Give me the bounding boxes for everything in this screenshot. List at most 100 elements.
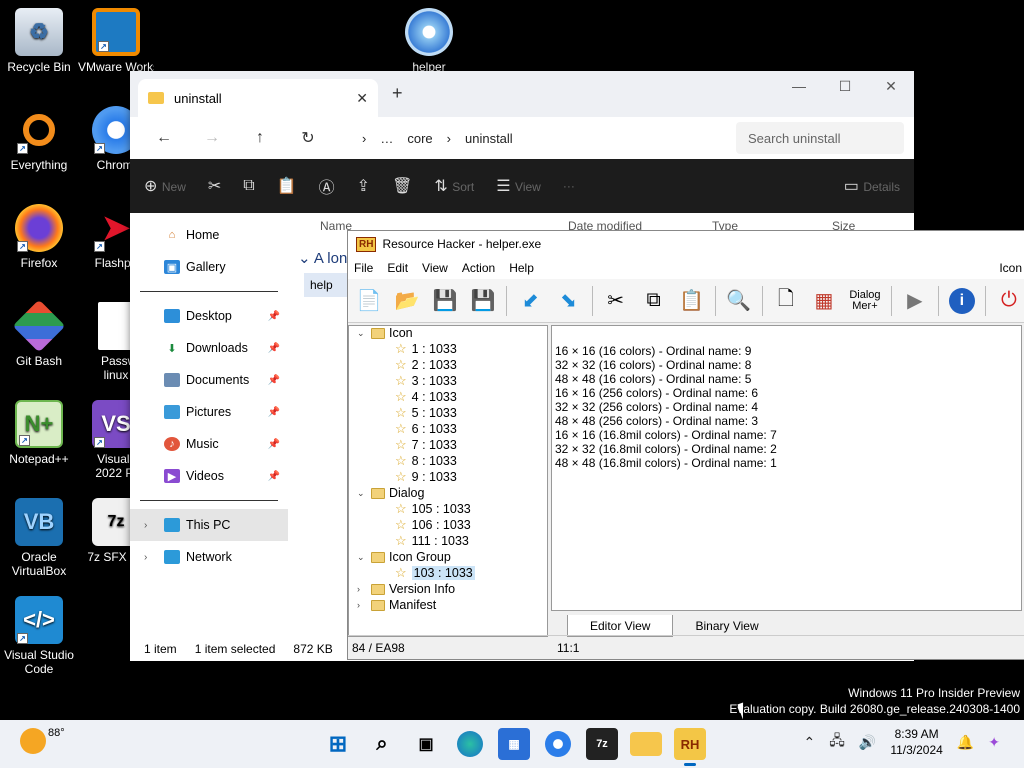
tree-item[interactable]: ☆ 6 : 1033 (349, 421, 547, 437)
paste-icon[interactable]: 📋 (677, 285, 707, 317)
tab-editor-view[interactable]: Editor View (567, 615, 674, 637)
new-file-icon[interactable]: 📄 (354, 285, 384, 317)
forward-arrow-icon[interactable]: ⬊ (553, 285, 583, 317)
chevron-right-icon[interactable]: › (144, 520, 147, 531)
chevron-up-icon[interactable]: ⌃ (804, 734, 816, 751)
desktop-icon-recycle-bin[interactable]: ♻ Recycle Bin (1, 8, 77, 74)
menu-icon[interactable]: Icon (999, 261, 1022, 275)
nav-item-home[interactable]: ⌂ Home (130, 219, 288, 251)
desktop-icon-vmware[interactable]: ↗ VMware Workstat (78, 8, 154, 74)
new-button[interactable]: ⊕ New (144, 176, 186, 196)
nav-item-downloads[interactable]: ⬇ Downloads 📌 (130, 332, 288, 364)
menu-file[interactable]: File (354, 261, 373, 275)
details-button[interactable]: ▭ Details (844, 176, 900, 196)
search-icon[interactable]: 🔍 (724, 285, 754, 317)
tree-item[interactable]: ☆ 2 : 1033 (349, 357, 547, 373)
menu-view[interactable]: View (422, 261, 448, 275)
save-icon[interactable]: 💾 (430, 285, 460, 317)
search-input[interactable]: Search uninstall (736, 122, 904, 154)
resource-tree[interactable]: ⌄ Icon ☆ 1 : 1033 ☆ 2 : 1033 ☆ 3 : 1033 ☆ 4 : 103… (348, 325, 548, 637)
up-arrow-icon[interactable]: ↑ (236, 129, 284, 147)
forward-arrow-icon[interactable]: → (188, 129, 236, 147)
notification-icon[interactable]: 🔔 (957, 734, 974, 751)
tree-folder[interactable]: ⌄ Icon (349, 326, 547, 341)
chevron-down-icon[interactable]: ⌄ (357, 488, 367, 499)
add-resource-icon[interactable]: 🗋 (771, 285, 801, 317)
back-arrow-icon[interactable]: ← (140, 129, 188, 147)
nav-item-this-pc[interactable]: › This PC (130, 509, 288, 541)
tree-item[interactable]: ☆ 106 : 1033 (349, 517, 547, 533)
info-icon[interactable]: i (947, 285, 977, 317)
nav-item-pictures[interactable]: Pictures 📌 (130, 396, 288, 428)
chevron-right-icon[interactable]: › (144, 552, 147, 563)
tree-item[interactable]: ☆ 7 : 1033 (349, 437, 547, 453)
rename-icon[interactable]: Ⓐ (319, 174, 335, 198)
tree-folder[interactable]: ⌄ Icon Group (349, 549, 547, 565)
resource-hacker-icon[interactable]: RH (674, 728, 706, 766)
chevron-down-icon[interactable]: ⌄ (357, 328, 367, 339)
desktop-icon-git-bash[interactable]: Git Bash (1, 299, 77, 368)
open-folder-icon[interactable]: 📂 (392, 285, 422, 317)
tree-item[interactable]: ☆ 5 : 1033 (349, 405, 547, 421)
tree-item[interactable]: ☆ 4 : 1033 (349, 389, 547, 405)
desktop-icon-everything[interactable]: ↗ Everything (1, 106, 77, 172)
desktop-icon-virtualbox[interactable]: VB Oracle VirtualBox (1, 498, 77, 578)
7z-sfx-icon[interactable]: 7z (586, 728, 618, 760)
chevron-right-icon[interactable]: › (357, 584, 367, 594)
tree-item[interactable]: ☆ 103 : 1033 (349, 565, 547, 581)
breadcrumb-item[interactable]: core (407, 131, 432, 146)
resource-content-pane[interactable]: 16 × 16 (16 colors) - Ordinal name: 9 32 … (551, 325, 1022, 611)
store-icon[interactable]: ▦ (498, 728, 530, 760)
more-options-button[interactable]: ··· (563, 179, 575, 193)
paste-icon[interactable]: 📋 (277, 176, 297, 196)
explorer-tab-uninstall[interactable]: uninstall ✕ (138, 79, 378, 117)
copy-icon[interactable]: ⧉ (639, 285, 669, 317)
tree-item[interactable]: ☆ 8 : 1033 (349, 453, 547, 469)
tree-item[interactable]: ☆ 9 : 1033 (349, 469, 547, 485)
share-icon[interactable]: ⇪ (357, 176, 370, 196)
edge-icon[interactable] (457, 731, 483, 757)
add-image-icon[interactable]: ▦ (809, 285, 839, 317)
menu-edit[interactable]: Edit (387, 261, 408, 275)
save-as-icon[interactable]: 💾 (468, 285, 498, 317)
nav-item-documents[interactable]: Documents 📌 (130, 364, 288, 396)
copilot-icon[interactable]: ✦ (988, 734, 1000, 751)
new-tab-button[interactable]: + (392, 83, 403, 104)
tree-item[interactable]: ☆ 105 : 1033 (349, 501, 547, 517)
desktop-icon-notepadpp[interactable]: N+ ↗ Notepad++ (1, 400, 77, 466)
tree-item[interactable]: ☆ 3 : 1033 (349, 373, 547, 389)
desktop-icon-firefox[interactable]: ↗ Firefox (1, 204, 77, 270)
close-tab-icon[interactable]: ✕ (356, 90, 368, 107)
menu-action[interactable]: Action (462, 261, 495, 275)
task-view-icon[interactable]: ▣ (410, 728, 442, 760)
sort-button[interactable]: ⇅ Sort (434, 176, 474, 196)
menu-help[interactable]: Help (509, 261, 534, 275)
desktop-icon-vscode[interactable]: </> ↗ Visual Studio Code (1, 596, 77, 676)
power-icon[interactable]: ⏻ (994, 285, 1024, 317)
network-status-icon[interactable]: 🖧 (829, 730, 845, 754)
cut-icon[interactable]: ✂ (208, 176, 221, 196)
chevron-right-icon[interactable]: › (357, 600, 367, 610)
breadcrumb-item[interactable]: … (380, 131, 393, 146)
view-button[interactable]: ☰ View (496, 176, 541, 196)
nav-item-videos[interactable]: ▶ Videos 📌 (130, 460, 288, 492)
start-button-icon[interactable]: ⊞ (322, 728, 354, 760)
breadcrumb-item[interactable]: uninstall (465, 131, 513, 146)
minimize-icon[interactable]: — (776, 71, 822, 101)
nav-item-desktop[interactable]: Desktop 📌 (130, 300, 288, 332)
tree-item[interactable]: ☆ 111 : 1033 (349, 533, 547, 549)
cut-icon[interactable]: ✂ (601, 285, 631, 317)
nav-item-network[interactable]: › Network (130, 541, 288, 573)
tab-binary-view[interactable]: Binary View (673, 615, 780, 637)
chevron-down-icon[interactable]: ⌄ (357, 552, 367, 563)
desktop-icon-helper[interactable]: helper (391, 8, 467, 74)
tree-folder[interactable]: › Manifest (349, 597, 547, 613)
clock[interactable]: 8:39 AM 11/3/2024 (890, 726, 943, 758)
nav-item-gallery[interactable]: ▣ Gallery (130, 251, 288, 283)
tree-folder[interactable]: ⌄ Dialog (349, 485, 547, 501)
chromium-icon[interactable] (545, 731, 571, 757)
tree-item[interactable]: ☆ 1 : 1033 (349, 341, 547, 357)
refresh-icon[interactable]: ↻ (284, 128, 332, 148)
volume-icon[interactable]: 🔊 (859, 734, 876, 751)
dialog-merge-icon[interactable]: Dialog Mer+ (847, 285, 883, 317)
